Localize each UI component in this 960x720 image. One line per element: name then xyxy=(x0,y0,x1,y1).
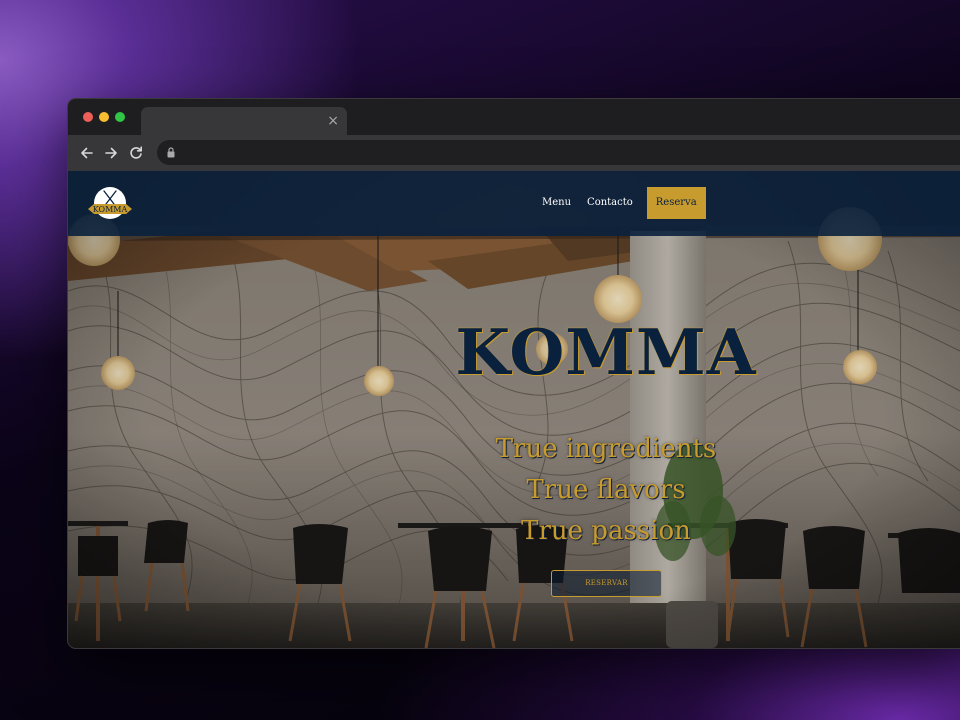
tagline-passion: True passion xyxy=(521,516,691,546)
tagline-ingredients: True ingredients xyxy=(495,434,717,464)
address-bar[interactable] xyxy=(157,140,960,165)
nav-link-menu[interactable]: Menu xyxy=(534,187,579,219)
forward-button[interactable] xyxy=(101,143,121,163)
browser-tab[interactable]: × xyxy=(141,107,347,135)
close-window-button[interactable] xyxy=(83,112,93,122)
arrow-right-icon xyxy=(105,147,117,159)
nav-link-contacto[interactable]: Contacto xyxy=(579,187,641,219)
site-logo[interactable]: KOMMA xyxy=(86,186,134,220)
arrow-left-icon xyxy=(81,147,93,159)
tab-close-icon[interactable]: × xyxy=(327,111,339,131)
reload-icon xyxy=(130,146,142,159)
hero-taglines: True ingredients True flavors True passi… xyxy=(436,429,776,552)
logo-text: KOMMA xyxy=(93,205,128,214)
maximize-window-button[interactable] xyxy=(115,112,125,122)
back-button[interactable] xyxy=(77,143,97,163)
browser-window: × KOMMA Menu Contacto Reserva KOMMA True… xyxy=(68,99,960,648)
reload-button[interactable] xyxy=(126,143,146,163)
tab-bar: × xyxy=(68,99,960,135)
browser-toolbar xyxy=(68,135,960,171)
webpage-viewport: KOMMA Menu Contacto Reserva KOMMA True i… xyxy=(68,171,960,648)
lock-icon xyxy=(167,147,175,158)
nav-reserva-button[interactable]: Reserva xyxy=(646,187,706,219)
crossed-cutlery-icon: KOMMA xyxy=(88,187,132,219)
hero-title: KOMMA xyxy=(455,315,757,389)
tagline-flavors: True flavors xyxy=(526,475,686,505)
site-header: KOMMA Menu Contacto Reserva xyxy=(68,171,960,236)
minimize-window-button[interactable] xyxy=(99,112,109,122)
reservar-button[interactable]: RESERVAR xyxy=(551,570,662,597)
site-nav: Menu Contacto Reserva xyxy=(534,187,706,219)
restaurant-interior-photo xyxy=(68,171,960,648)
